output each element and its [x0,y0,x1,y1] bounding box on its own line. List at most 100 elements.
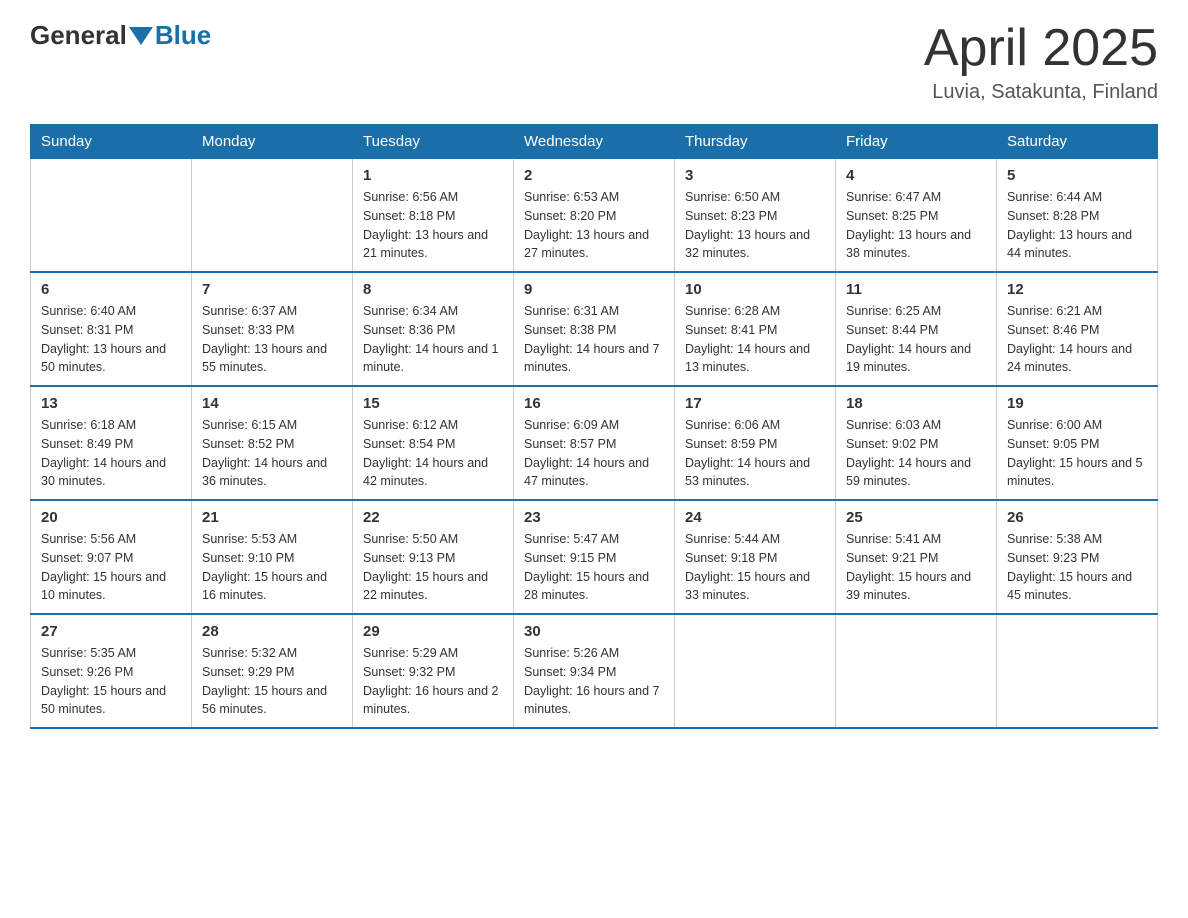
day-cell: 30 Sunrise: 5:26 AMSunset: 9:34 PMDayligh… [514,614,675,728]
day-number: 2 [524,167,664,184]
page-header: General Blue April 2025 Luvia, Satakunta… [30,20,1158,104]
day-info: Sunrise: 5:38 AMSunset: 9:23 PMDaylight:… [1007,530,1147,605]
day-cell: 19 Sunrise: 6:00 AMSunset: 9:05 PMDayligh… [997,386,1158,500]
day-number: 20 [41,509,181,526]
day-info: Sunrise: 6:44 AMSunset: 8:28 PMDaylight:… [1007,188,1147,263]
day-number: 25 [846,509,986,526]
day-cell: 6 Sunrise: 6:40 AMSunset: 8:31 PMDaylight… [31,272,192,386]
day-info: Sunrise: 5:29 AMSunset: 9:32 PMDaylight:… [363,644,503,719]
day-cell [31,159,192,273]
day-cell [836,614,997,728]
day-info: Sunrise: 6:03 AMSunset: 9:02 PMDaylight:… [846,416,986,491]
day-info: Sunrise: 6:47 AMSunset: 8:25 PMDaylight:… [846,188,986,263]
day-number: 30 [524,623,664,640]
logo-blue: Blue [155,20,211,51]
day-number: 18 [846,395,986,412]
calendar-header-row: SundayMondayTuesdayWednesdayThursdayFrid… [31,125,1158,159]
day-info: Sunrise: 6:50 AMSunset: 8:23 PMDaylight:… [685,188,825,263]
logo-triangle-icon [129,27,153,45]
day-info: Sunrise: 6:00 AMSunset: 9:05 PMDaylight:… [1007,416,1147,491]
day-cell: 23Sunrise: 5:47 AMSunset: 9:15 PMDayligh… [514,500,675,614]
week-row-5: 27 Sunrise: 5:35 AMSunset: 9:26 PMDayligh… [31,614,1158,728]
day-cell: 13 Sunrise: 6:18 AMSunset: 8:49 PMDayligh… [31,386,192,500]
day-info: Sunrise: 5:53 AMSunset: 9:10 PMDaylight:… [202,530,342,605]
day-number: 19 [1007,395,1147,412]
day-cell: 21 Sunrise: 5:53 AMSunset: 9:10 PMDayligh… [192,500,353,614]
week-row-2: 6 Sunrise: 6:40 AMSunset: 8:31 PMDaylight… [31,272,1158,386]
calendar-subtitle: Luvia, Satakunta, Finland [924,81,1158,104]
day-number: 12 [1007,281,1147,298]
calendar-table: SundayMondayTuesdayWednesdayThursdayFrid… [30,124,1158,729]
day-info: Sunrise: 6:56 AMSunset: 8:18 PMDaylight:… [363,188,503,263]
day-number: 11 [846,281,986,298]
logo: General Blue [30,20,211,51]
day-info: Sunrise: 6:06 AMSunset: 8:59 PMDaylight:… [685,416,825,491]
day-number: 24 [685,509,825,526]
day-info: Sunrise: 6:09 AMSunset: 8:57 PMDaylight:… [524,416,664,491]
day-cell: 9 Sunrise: 6:31 AMSunset: 8:38 PMDaylight… [514,272,675,386]
day-info: Sunrise: 6:40 AMSunset: 8:31 PMDaylight:… [41,302,181,377]
day-number: 5 [1007,167,1147,184]
day-info: Sunrise: 6:18 AMSunset: 8:49 PMDaylight:… [41,416,181,491]
day-number: 27 [41,623,181,640]
day-info: Sunrise: 6:34 AMSunset: 8:36 PMDaylight:… [363,302,503,377]
day-cell: 24 Sunrise: 5:44 AMSunset: 9:18 PMDayligh… [675,500,836,614]
day-cell: 16Sunrise: 6:09 AMSunset: 8:57 PMDayligh… [514,386,675,500]
day-number: 7 [202,281,342,298]
day-info: Sunrise: 6:25 AMSunset: 8:44 PMDaylight:… [846,302,986,377]
calendar-title: April 2025 [924,20,1158,77]
day-info: Sunrise: 5:35 AMSunset: 9:26 PMDaylight:… [41,644,181,719]
day-info: Sunrise: 6:31 AMSunset: 8:38 PMDaylight:… [524,302,664,377]
day-number: 9 [524,281,664,298]
day-info: Sunrise: 5:56 AMSunset: 9:07 PMDaylight:… [41,530,181,605]
header-tuesday: Tuesday [353,125,514,159]
day-info: Sunrise: 5:26 AMSunset: 9:34 PMDaylight:… [524,644,664,719]
day-info: Sunrise: 6:21 AMSunset: 8:46 PMDaylight:… [1007,302,1147,377]
day-cell: 15Sunrise: 6:12 AMSunset: 8:54 PMDayligh… [353,386,514,500]
day-number: 21 [202,509,342,526]
header-sunday: Sunday [31,125,192,159]
day-number: 22 [363,509,503,526]
day-number: 10 [685,281,825,298]
day-cell: 26 Sunrise: 5:38 AMSunset: 9:23 PMDayligh… [997,500,1158,614]
day-number: 6 [41,281,181,298]
day-cell: 18 Sunrise: 6:03 AMSunset: 9:02 PMDayligh… [836,386,997,500]
header-wednesday: Wednesday [514,125,675,159]
day-info: Sunrise: 5:41 AMSunset: 9:21 PMDaylight:… [846,530,986,605]
day-number: 1 [363,167,503,184]
day-cell: 5 Sunrise: 6:44 AMSunset: 8:28 PMDaylight… [997,159,1158,273]
day-cell: 12 Sunrise: 6:21 AMSunset: 8:46 PMDayligh… [997,272,1158,386]
day-info: Sunrise: 6:12 AMSunset: 8:54 PMDaylight:… [363,416,503,491]
day-cell: 25 Sunrise: 5:41 AMSunset: 9:21 PMDayligh… [836,500,997,614]
header-thursday: Thursday [675,125,836,159]
logo-text: General Blue [30,20,211,51]
day-cell: 20 Sunrise: 5:56 AMSunset: 9:07 PMDayligh… [31,500,192,614]
day-info: Sunrise: 6:53 AMSunset: 8:20 PMDaylight:… [524,188,664,263]
day-number: 4 [846,167,986,184]
day-info: Sunrise: 5:44 AMSunset: 9:18 PMDaylight:… [685,530,825,605]
day-number: 17 [685,395,825,412]
day-cell: 7Sunrise: 6:37 AMSunset: 8:33 PMDaylight… [192,272,353,386]
day-cell: 10 Sunrise: 6:28 AMSunset: 8:41 PMDayligh… [675,272,836,386]
day-cell: 29 Sunrise: 5:29 AMSunset: 9:32 PMDayligh… [353,614,514,728]
day-number: 3 [685,167,825,184]
day-cell: 4 Sunrise: 6:47 AMSunset: 8:25 PMDaylight… [836,159,997,273]
week-row-4: 20 Sunrise: 5:56 AMSunset: 9:07 PMDayligh… [31,500,1158,614]
day-cell: 22 Sunrise: 5:50 AMSunset: 9:13 PMDayligh… [353,500,514,614]
day-number: 14 [202,395,342,412]
day-cell [192,159,353,273]
day-number: 26 [1007,509,1147,526]
day-cell [675,614,836,728]
day-number: 8 [363,281,503,298]
day-info: Sunrise: 5:50 AMSunset: 9:13 PMDaylight:… [363,530,503,605]
day-number: 29 [363,623,503,640]
day-info: Sunrise: 6:28 AMSunset: 8:41 PMDaylight:… [685,302,825,377]
day-cell: 14Sunrise: 6:15 AMSunset: 8:52 PMDayligh… [192,386,353,500]
day-number: 13 [41,395,181,412]
day-cell: 11 Sunrise: 6:25 AMSunset: 8:44 PMDayligh… [836,272,997,386]
day-cell: 27 Sunrise: 5:35 AMSunset: 9:26 PMDayligh… [31,614,192,728]
header-friday: Friday [836,125,997,159]
week-row-1: 1 Sunrise: 6:56 AMSunset: 8:18 PMDaylight… [31,159,1158,273]
day-number: 28 [202,623,342,640]
day-cell: 17 Sunrise: 6:06 AMSunset: 8:59 PMDayligh… [675,386,836,500]
